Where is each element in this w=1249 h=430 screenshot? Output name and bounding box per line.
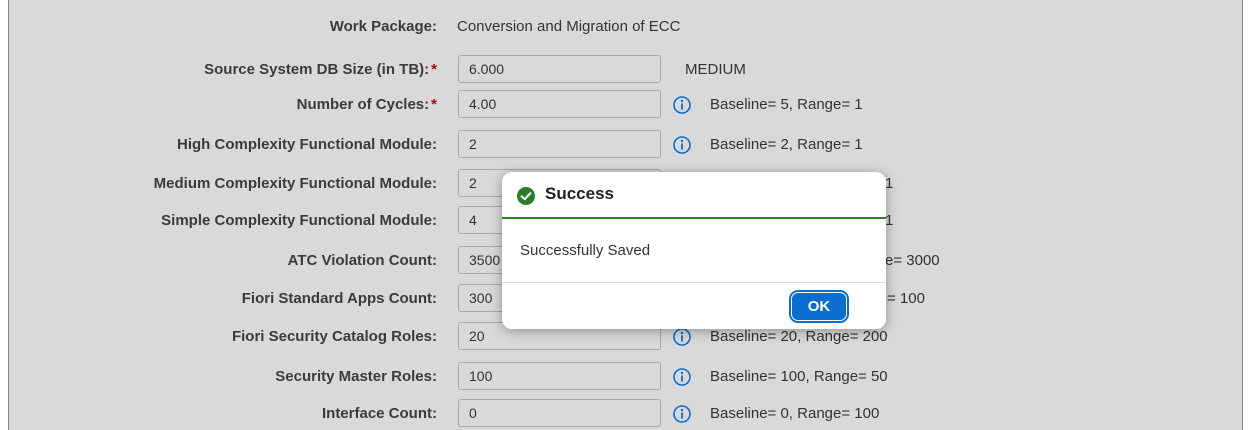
field-label: Number of Cycles: * xyxy=(296,96,437,113)
field-row-source-db-size: Source System DB Size (in TB): * 6.000 ME… xyxy=(9,54,1242,86)
baseline-hint: Baseline= 100, Range= 50 xyxy=(710,368,888,385)
work-package-value: Conversion and Migration of ECC xyxy=(457,18,681,35)
success-dialog: Success Successfully Saved OK xyxy=(502,172,886,329)
dialog-message: Successfully Saved xyxy=(520,242,651,259)
baseline-hint: 1 xyxy=(885,212,894,229)
source-db-size-input[interactable]: 6.000 xyxy=(458,55,661,83)
field-label: ATC Violation Count: xyxy=(287,252,437,269)
ok-button[interactable]: OK xyxy=(789,290,849,323)
success-check-icon xyxy=(517,187,535,205)
required-marker: * xyxy=(431,96,437,113)
field-label: High Complexity Functional Module: xyxy=(177,136,437,153)
baseline-hint: Baseline= 5, Range= 1 xyxy=(710,96,863,113)
field-label: Security Master Roles: xyxy=(275,368,437,385)
baseline-hint: e= 3000 xyxy=(885,252,940,269)
dialog-header: Success xyxy=(502,172,886,219)
baseline-hint: Baseline= 2, Range= 1 xyxy=(710,136,863,153)
field-label: Medium Complexity Functional Module: xyxy=(153,175,437,192)
field-row-interface-count: Interface Count: 0 Baseline= 0, Range= 1… xyxy=(9,398,1242,430)
db-size-tier-text: MEDIUM xyxy=(685,61,746,78)
dialog-footer: OK xyxy=(502,282,886,329)
work-package-label: Work Package: xyxy=(329,18,437,35)
field-label: Simple Complexity Functional Module: xyxy=(161,212,437,229)
work-package-row: Work Package: Conversion and Migration o… xyxy=(9,11,1242,43)
baseline-hint: = 100 xyxy=(887,290,925,307)
field-row-high-complexity: High Complexity Functional Module: 2 Bas… xyxy=(9,129,1242,161)
field-row-number-of-cycles: Number of Cycles: * 4.00 Baseline= 5, Ran… xyxy=(9,89,1242,121)
info-icon[interactable] xyxy=(672,95,692,115)
info-icon[interactable] xyxy=(672,327,692,347)
high-complexity-input[interactable]: 2 xyxy=(458,130,661,158)
field-label: Fiori Security Catalog Roles: xyxy=(231,328,437,345)
field-label: Interface Count: xyxy=(321,405,437,422)
security-master-roles-input[interactable]: 100 xyxy=(458,362,661,390)
info-icon[interactable] xyxy=(672,135,692,155)
dialog-title: Success xyxy=(545,184,614,203)
number-of-cycles-input[interactable]: 4.00 xyxy=(458,90,661,118)
field-label: Source System DB Size (in TB): * xyxy=(204,61,437,78)
field-label: Fiori Standard Apps Count: xyxy=(241,290,437,307)
baseline-hint: 1 xyxy=(885,175,894,192)
info-icon[interactable] xyxy=(672,367,692,387)
required-marker: * xyxy=(431,61,437,78)
interface-count-input[interactable]: 0 xyxy=(458,399,661,427)
baseline-hint: Baseline= 0, Range= 100 xyxy=(710,405,880,422)
field-row-security-master-roles: Security Master Roles: 100 Baseline= 100… xyxy=(9,361,1242,393)
info-icon[interactable] xyxy=(672,404,692,424)
